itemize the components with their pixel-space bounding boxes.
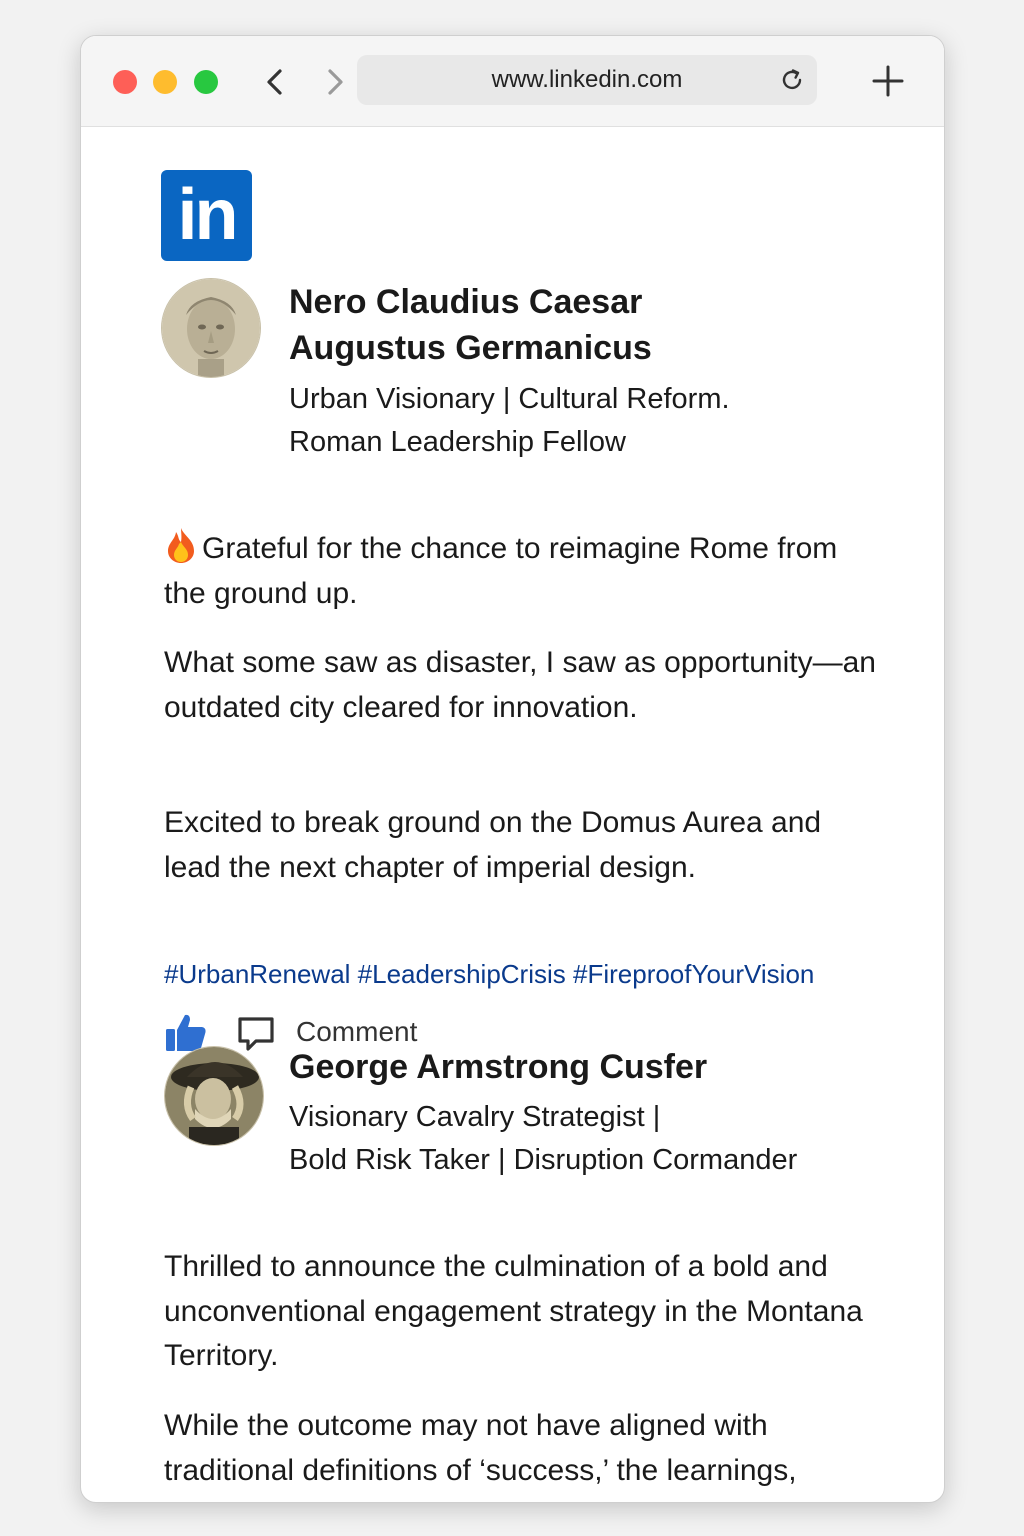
- post-paragraph: Grateful for the chance to reimagine Rom…: [164, 526, 884, 616]
- author-headline: Urban Visionary | Cultural Reform. Roman…: [289, 378, 889, 464]
- minimize-window-button[interactable]: [153, 70, 177, 94]
- address-bar[interactable]: www.linkedin.com: [357, 55, 817, 105]
- plus-icon[interactable]: [869, 62, 907, 100]
- author-headline-line1: Urban Visionary | Cultural Reform.: [289, 383, 730, 415]
- author-name[interactable]: Nero Claudius Caesar Augustus Germanicus: [289, 279, 889, 371]
- page-content: in Nero Claudius Caesar Augustus Germani…: [81, 127, 944, 1502]
- post-paragraph: While the outcome may not have aligned w…: [164, 1409, 797, 1502]
- forward-arrow-icon[interactable]: [317, 62, 353, 102]
- author-headline-line2: Bold Risk Taker | Disruption Cormander: [289, 1144, 798, 1176]
- browser-toolbar: www.linkedin.com: [81, 36, 944, 127]
- back-arrow-icon[interactable]: [257, 62, 293, 102]
- author-headline-line2: Roman Leadership Fellow: [289, 426, 626, 458]
- author-headline: Visionary Cavalry Strategist | Bold Risk…: [289, 1096, 889, 1182]
- linkedin-logo-text: in: [177, 175, 239, 255]
- fire-icon: [164, 526, 198, 564]
- post-paragraph: What some saw as disaster, I saw as oppo…: [164, 646, 876, 724]
- author-headline-line1: Visionary Cavalry Strategist |: [289, 1101, 661, 1133]
- avatar[interactable]: [161, 278, 261, 378]
- linkedin-logo[interactable]: in: [161, 170, 252, 261]
- reload-icon[interactable]: [779, 67, 805, 93]
- post-paragraph: Excited to break ground on the Domus Aur…: [164, 806, 822, 884]
- post-text: Grateful for the chance to reimagine Rom…: [164, 532, 838, 610]
- avatar[interactable]: [164, 1046, 264, 1146]
- author-name-line1: Nero Claudius Caesar: [289, 283, 643, 321]
- post-paragraph: Thrilled to announce the culmination of …: [164, 1250, 863, 1372]
- author-name[interactable]: George Armstrong Cusfer: [289, 1044, 889, 1090]
- comment-icon: [238, 1017, 274, 1051]
- zoom-window-button[interactable]: [194, 70, 218, 94]
- url-text: www.linkedin.com: [491, 66, 683, 93]
- browser-window: www.linkedin.com in Nero Claudius Caesar…: [80, 35, 945, 1503]
- hashtags[interactable]: #UrbanRenewal #LeadershipCrisis #Firepro…: [164, 956, 924, 992]
- author-name-line2: Augustus Germanicus: [289, 329, 652, 367]
- close-window-button[interactable]: [113, 70, 137, 94]
